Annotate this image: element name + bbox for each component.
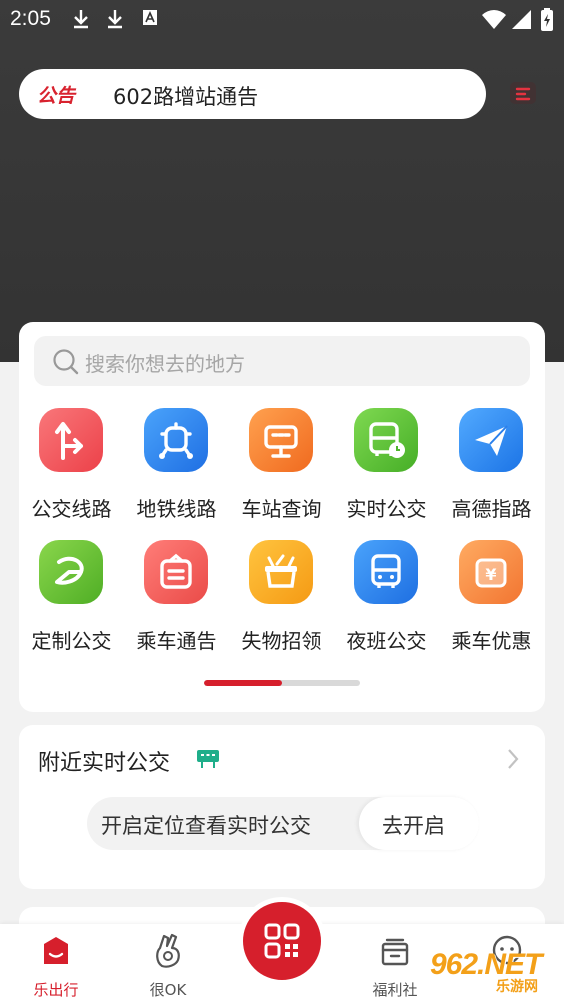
service-custom-bus[interactable]: 定制公交: [19, 532, 124, 658]
service-label: 定制公交: [31, 629, 112, 653]
status-time: 2:05: [10, 7, 51, 30]
tab-ok[interactable]: 很OK: [118, 924, 218, 1004]
scan-qr-button[interactable]: [238, 897, 326, 985]
service-label: 乘车优惠: [451, 629, 532, 653]
notice-card-icon: [144, 540, 208, 604]
ok-hand-icon: [156, 933, 180, 968]
status-bar: 2:05: [0, 0, 564, 40]
service-bus-route[interactable]: 公交线路: [19, 400, 124, 526]
notice-banner[interactable]: 公告 602路增站通告: [19, 69, 486, 119]
home-bag-icon: [44, 937, 68, 964]
nearby-title: 附近实时公交: [38, 751, 171, 776]
header-banner: [0, 0, 564, 362]
night-bus-icon: [354, 540, 418, 604]
watermark-sub: 乐游网: [496, 979, 538, 995]
service-label: 高德指路: [451, 497, 532, 521]
realtime-bus-icon: [354, 408, 418, 472]
service-label: 公交线路: [31, 497, 112, 521]
service-realtime-bus[interactable]: 实时公交: [334, 400, 439, 526]
service-amap-guide[interactable]: 高德指路: [439, 400, 544, 526]
service-label: 地铁线路: [136, 497, 217, 521]
paper-plane-icon: [459, 408, 523, 472]
coupon-icon: ¥: [459, 540, 523, 604]
search-placeholder: 搜索你想去的地方: [85, 352, 245, 376]
service-station-search[interactable]: 车站查询: [229, 400, 334, 526]
tab-label: 乐出行: [33, 981, 79, 999]
watermark: 962.NET 乐游网: [424, 948, 564, 1004]
notice-text: 602路增站通告: [113, 85, 259, 109]
subway-icon: [144, 408, 208, 472]
service-ride-notice[interactable]: 乘车通告: [124, 532, 229, 658]
service-subway-route[interactable]: 地铁线路: [124, 400, 229, 526]
chevron-right-icon[interactable]: [506, 748, 520, 770]
service-label: 失物招领: [241, 629, 322, 653]
tab-label: 很OK: [149, 981, 187, 999]
service-lost-found[interactable]: 失物招领: [229, 532, 334, 658]
enable-location-label: 去开启: [382, 814, 445, 838]
route-icon: [39, 408, 103, 472]
bus-sign-icon: [197, 750, 219, 768]
page-indicator: [204, 680, 360, 686]
service-night-bus[interactable]: 夜班公交: [334, 532, 439, 658]
service-label: 车站查询: [241, 497, 322, 521]
service-ride-discount[interactable]: ¥ 乘车优惠: [439, 532, 544, 658]
search-input[interactable]: 搜索你想去的地方: [34, 336, 530, 386]
qr-code-icon: [264, 923, 300, 959]
basket-icon: [249, 540, 313, 604]
svg-text:¥: ¥: [485, 565, 496, 584]
service-label: 乘车通告: [136, 629, 217, 653]
download-icon: [74, 10, 88, 29]
location-prompt-text: 开启定位查看实时公交: [101, 814, 311, 838]
menu-icon[interactable]: [508, 80, 538, 106]
battery-icon: [541, 8, 553, 31]
search-icon: [53, 349, 79, 375]
tab-travel[interactable]: 乐出行: [6, 924, 106, 1004]
page-indicator-fill: [204, 680, 282, 686]
service-label: 实时公交: [346, 497, 427, 521]
service-label: 夜班公交: [346, 629, 427, 653]
enable-location-button[interactable]: 去开启: [359, 797, 479, 850]
custom-bus-icon: [39, 540, 103, 604]
app-notification-icon: [143, 10, 157, 25]
wifi-icon: [482, 10, 506, 29]
signal-icon: [512, 10, 531, 29]
download-icon: [108, 10, 122, 29]
station-sign-icon: [249, 408, 313, 472]
gift-box-icon: [381, 938, 409, 966]
notice-tag: 公告: [37, 85, 76, 107]
location-prompt: 开启定位查看实时公交 去开启: [87, 797, 479, 850]
